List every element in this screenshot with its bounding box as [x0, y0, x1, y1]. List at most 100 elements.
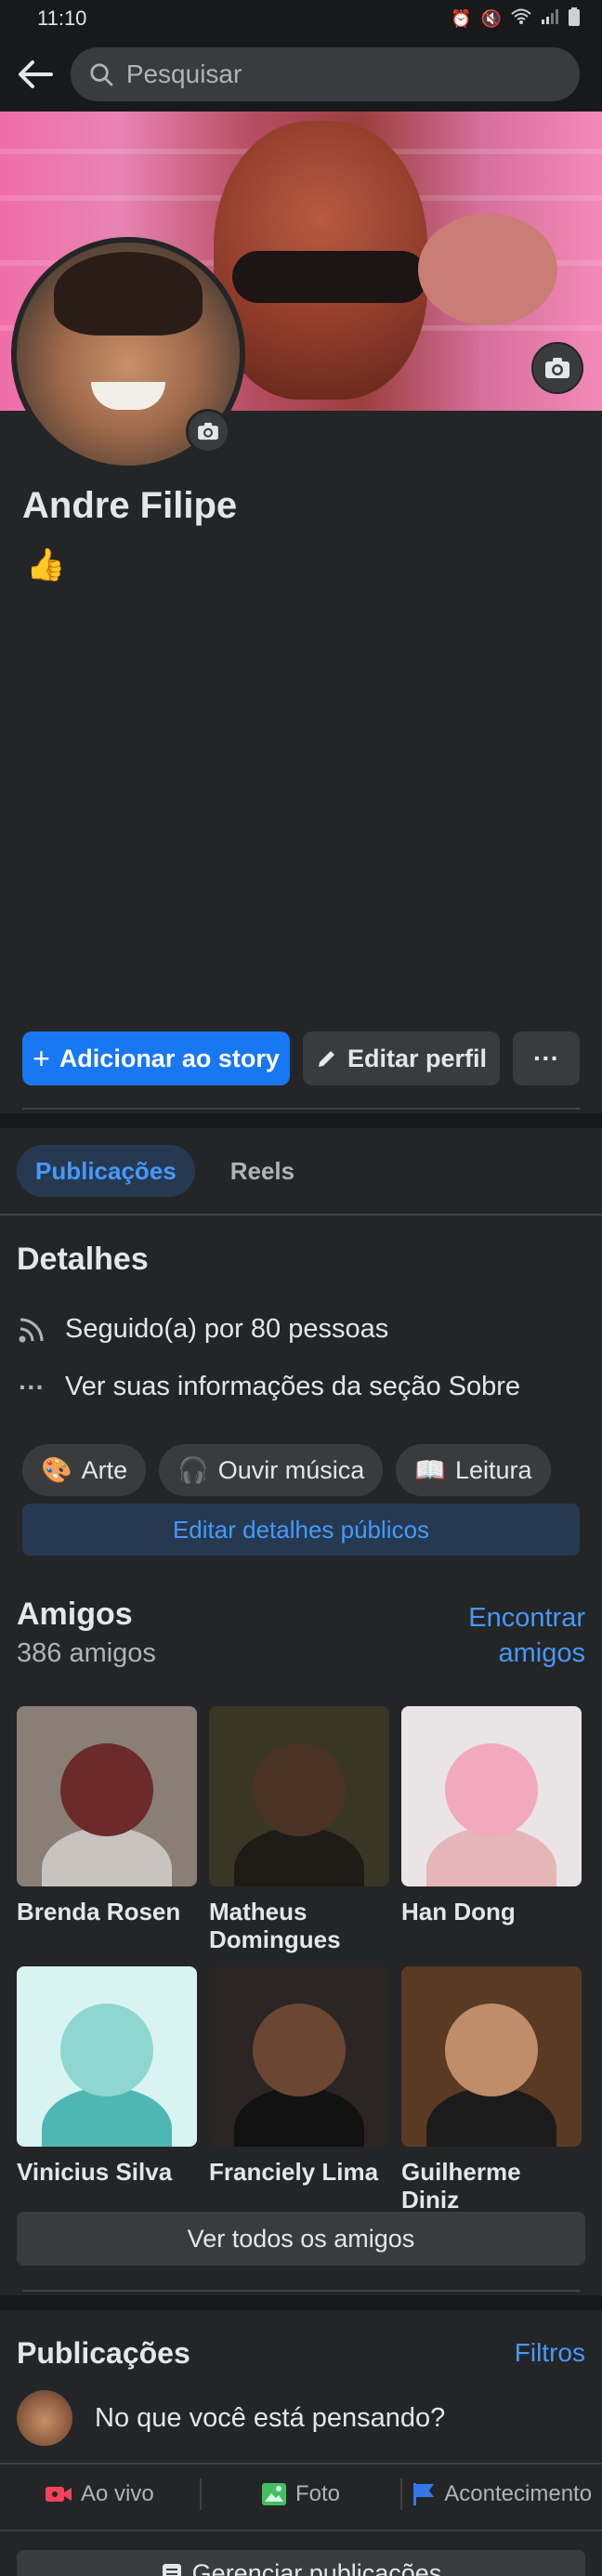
photo-button[interactable]: Foto: [202, 2481, 401, 2507]
friend-card[interactable]: Matheus Domingues: [209, 1706, 389, 1953]
add-story-button[interactable]: + Adicionar ao story: [22, 1032, 290, 1085]
mute-icon: 🔇: [480, 8, 502, 28]
find-friends-label: amigos: [498, 1638, 586, 1668]
more-dots-icon: ···: [19, 1372, 45, 1401]
alarm-icon: ⏰: [451, 8, 472, 28]
section-separator: [0, 2295, 602, 2310]
post-composer[interactable]: No que você está pensando?: [17, 2390, 445, 2446]
friends-count: 386 amigos: [17, 1638, 156, 1668]
rss-icon: [17, 1316, 46, 1344]
status-icons: ⏰ 🔇: [451, 7, 580, 31]
list-icon: [162, 2564, 181, 2576]
tab-publicacoes[interactable]: Publicações: [17, 1145, 195, 1197]
plus-icon: +: [33, 1041, 50, 1075]
friend-card[interactable]: Brenda Rosen: [17, 1706, 197, 1952]
edit-profile-button[interactable]: Editar perfil: [303, 1032, 500, 1085]
friend-photo: [17, 1966, 197, 2147]
photo-label: Foto: [294, 2481, 341, 2506]
signal-icon: [541, 8, 559, 30]
divider: [22, 2290, 580, 2292]
more-button[interactable]: ···: [513, 1032, 580, 1085]
hobby-label: Leitura: [454, 1455, 532, 1484]
profile-bio: 👍: [26, 547, 66, 583]
hobby-arte[interactable]: 🎨 Arte: [22, 1444, 147, 1496]
back-button[interactable]: [13, 52, 58, 97]
palette-icon: 🎨: [41, 1456, 72, 1484]
about-row[interactable]: ··· Ver suas informações da seção Sobre: [17, 1372, 520, 1402]
hobby-label: Arte: [81, 1455, 128, 1484]
live-video-button[interactable]: Ao vivo: [0, 2481, 200, 2507]
section-separator: [0, 1113, 602, 1128]
filters-link[interactable]: Filtros: [515, 2338, 585, 2368]
wifi-icon: [511, 8, 531, 30]
edit-public-details-button[interactable]: Editar detalhes públicos: [22, 1504, 580, 1556]
hobby-label: Ouvir música: [217, 1455, 365, 1484]
live-label: Ao vivo: [80, 2481, 154, 2506]
find-friends-link[interactable]: Encontrar amigos: [468, 1600, 585, 1671]
friend-photo: [401, 1706, 582, 1886]
hobbies: 🎨 Arte 🎧 Ouvir música 📖 Leitura: [22, 1444, 551, 1496]
friend-photo: [209, 1706, 389, 1886]
about-text: Ver suas informações da seção Sobre: [65, 1372, 521, 1401]
details-title: Detalhes: [17, 1242, 149, 1277]
headphones-icon: 🎧: [177, 1456, 209, 1484]
top-bar: [0, 37, 602, 112]
friend-name: Guilherme Diniz: [401, 2158, 521, 2214]
hobby-leitura[interactable]: 📖 Leitura: [396, 1444, 551, 1496]
status-time: 11:10: [37, 7, 87, 30]
edit-profile-label: Editar perfil: [347, 1044, 488, 1072]
composer-prompt: No que você está pensando?: [95, 2402, 446, 2433]
search-bar[interactable]: [71, 47, 580, 101]
camera-icon: [545, 358, 569, 378]
battery-icon: [569, 7, 580, 31]
friend-name: Brenda Rosen: [17, 1898, 181, 1925]
friends-grid: Brenda Rosen Matheus Domingues Han Dong Vin…: [17, 1706, 585, 2214]
profile-actions: + Adicionar ao story Editar perfil ···: [22, 1032, 580, 1085]
search-input[interactable]: [125, 59, 561, 89]
add-story-label: Adicionar ao story: [59, 1044, 280, 1072]
manage-posts-label: Gerenciar publicações: [191, 2558, 442, 2576]
followers-row[interactable]: Seguido(a) por 80 pessoas: [17, 1314, 388, 1345]
find-friends-label: Encontrar: [468, 1603, 585, 1633]
friend-card[interactable]: Vinicius Silva: [17, 1966, 197, 2212]
friend-photo: [401, 1966, 582, 2147]
divider: [0, 1214, 602, 1216]
camera-icon: [198, 422, 218, 440]
friend-photo: [209, 1966, 389, 2147]
posts-title: Publicações: [17, 2336, 190, 2370]
edit-profile-picture-button[interactable]: [186, 409, 230, 453]
profile-tabs: Publicações Reels: [17, 1145, 313, 1197]
friend-card[interactable]: Guilherme Diniz: [401, 1966, 582, 2214]
tab-reels[interactable]: Reels: [212, 1145, 313, 1197]
profile-name: Andre Filipe: [22, 485, 238, 526]
friends-title: Amigos: [17, 1597, 133, 1632]
edit-cover-button[interactable]: [531, 342, 583, 394]
video-camera-icon: [45, 2487, 72, 2502]
divider: [0, 2463, 602, 2464]
divider: [0, 2530, 602, 2531]
book-icon: 📖: [414, 1456, 446, 1484]
hobby-ouvir-musica[interactable]: 🎧 Ouvir música: [159, 1444, 384, 1496]
friend-name: Matheus Domingues: [209, 1898, 341, 1953]
followers-text: Seguido(a) por 80 pessoas: [65, 1314, 389, 1344]
avatar: [17, 2390, 72, 2446]
life-event-button[interactable]: Acontecimento: [402, 2481, 602, 2507]
life-event-label: Acontecimento: [444, 2481, 593, 2506]
photo-icon: [261, 2483, 286, 2505]
friends-header: Amigos 386 amigos: [17, 1597, 156, 1669]
flag-icon: [413, 2483, 435, 2505]
friend-name: Franciely Lima: [209, 2158, 379, 2186]
search-icon: [90, 63, 113, 86]
manage-posts-button[interactable]: Gerenciar publicações: [17, 2550, 585, 2576]
post-actions-bar: Ao vivo Foto Acontecimento: [0, 2468, 602, 2520]
friend-name: Han Dong: [401, 1898, 516, 1925]
friend-card[interactable]: Franciely Lima: [209, 1966, 389, 2212]
divider: [22, 1108, 580, 1110]
see-all-friends-button[interactable]: Ver todos os amigos: [17, 2212, 585, 2266]
friend-name: Vinicius Silva: [17, 2158, 173, 2186]
friend-card[interactable]: Han Dong: [401, 1706, 582, 1952]
status-bar: 11:10 ⏰ 🔇: [0, 0, 602, 37]
friend-photo: [17, 1706, 197, 1886]
more-icon: ···: [533, 1044, 559, 1072]
arrow-left-icon: [19, 60, 53, 88]
